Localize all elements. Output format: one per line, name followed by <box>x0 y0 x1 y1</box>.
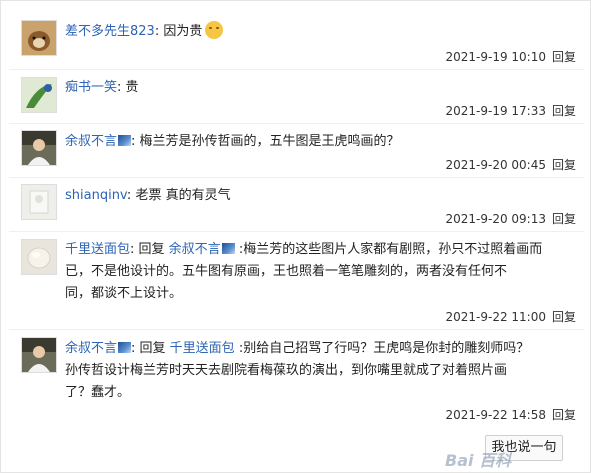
watermark-logo: Bai 百科 <box>445 451 512 470</box>
comment-meta: 2021-9-22 11:00 回复 <box>445 308 576 325</box>
comment-text: shianqinv: 老票 真的有灵气 <box>65 188 231 203</box>
avatar[interactable] <box>21 337 57 373</box>
comment-text: 千里送面包: 回复 余叔不言 :梅兰芳的这些图片人家都有剧照，孙只不过照着画而 … <box>65 242 543 301</box>
username[interactable]: 千里送面包 <box>65 242 130 257</box>
reply-link[interactable]: 回复 <box>552 104 576 118</box>
timestamp: 2021-9-19 17:33 <box>445 104 546 118</box>
comment-text: 余叔不言: 回复 千里送面包 :别给自己招骂了行吗？王虎鸣是你封的雕刻师吗？ 孙… <box>65 341 530 400</box>
username[interactable]: 差不多先生823 <box>65 24 155 39</box>
timestamp: 2021-9-20 00:45 <box>445 158 546 172</box>
avatar[interactable] <box>21 20 57 56</box>
timestamp: 2021-9-22 11:00 <box>445 310 546 324</box>
comment-panel: 差不多先生823: 因为贵 2021-9-19 10:10 回复 痴书一笑: 贵 … <box>0 0 591 473</box>
member-badge-icon <box>118 135 132 146</box>
comment-text: 余叔不言: 梅兰芳是孙传哲画的，五牛图是王虎鸣画的？ <box>65 134 400 149</box>
comment-text: 痴书一笑: 贵 <box>65 80 139 95</box>
reply-link[interactable]: 回复 <box>552 212 576 226</box>
timestamp: 2021-9-19 10:10 <box>445 50 546 64</box>
reply-link[interactable]: 回复 <box>552 310 576 324</box>
member-badge-icon <box>221 243 235 254</box>
reply-link[interactable]: 回复 <box>552 158 576 172</box>
reply-link[interactable]: 回复 <box>552 408 576 422</box>
comment-meta: 2021-9-20 00:45 回复 <box>445 156 576 173</box>
divider <box>9 329 584 330</box>
timestamp: 2021-9-22 14:58 <box>445 408 546 422</box>
smile-icon <box>205 21 224 39</box>
avatar[interactable] <box>21 184 57 220</box>
divider <box>9 69 584 70</box>
divider <box>9 231 584 232</box>
member-badge-icon <box>118 342 132 353</box>
timestamp: 2021-9-20 09:13 <box>445 212 546 226</box>
comment-meta: 2021-9-19 17:33 回复 <box>445 102 576 119</box>
divider <box>9 123 584 124</box>
username[interactable]: 痴书一笑 <box>65 80 117 95</box>
comment-text: 差不多先生823: 因为贵 <box>65 21 576 43</box>
avatar[interactable] <box>21 239 57 275</box>
avatar[interactable] <box>21 77 57 113</box>
reply-to-user[interactable]: 千里送面包 <box>170 341 235 356</box>
comment-meta: 2021-9-20 09:13 回复 <box>445 210 576 227</box>
comment-meta: 2021-9-22 14:58 回复 <box>445 406 576 423</box>
comment-meta: 2021-9-19 10:10 回复 <box>445 48 576 65</box>
username[interactable]: 余叔不言 <box>65 341 117 356</box>
avatar[interactable] <box>21 130 57 166</box>
reply-to-user[interactable]: 余叔不言 <box>169 242 221 257</box>
username[interactable]: shianqinv <box>65 188 127 203</box>
reply-link[interactable]: 回复 <box>552 50 576 64</box>
divider <box>9 177 584 178</box>
username[interactable]: 余叔不言 <box>65 134 117 149</box>
